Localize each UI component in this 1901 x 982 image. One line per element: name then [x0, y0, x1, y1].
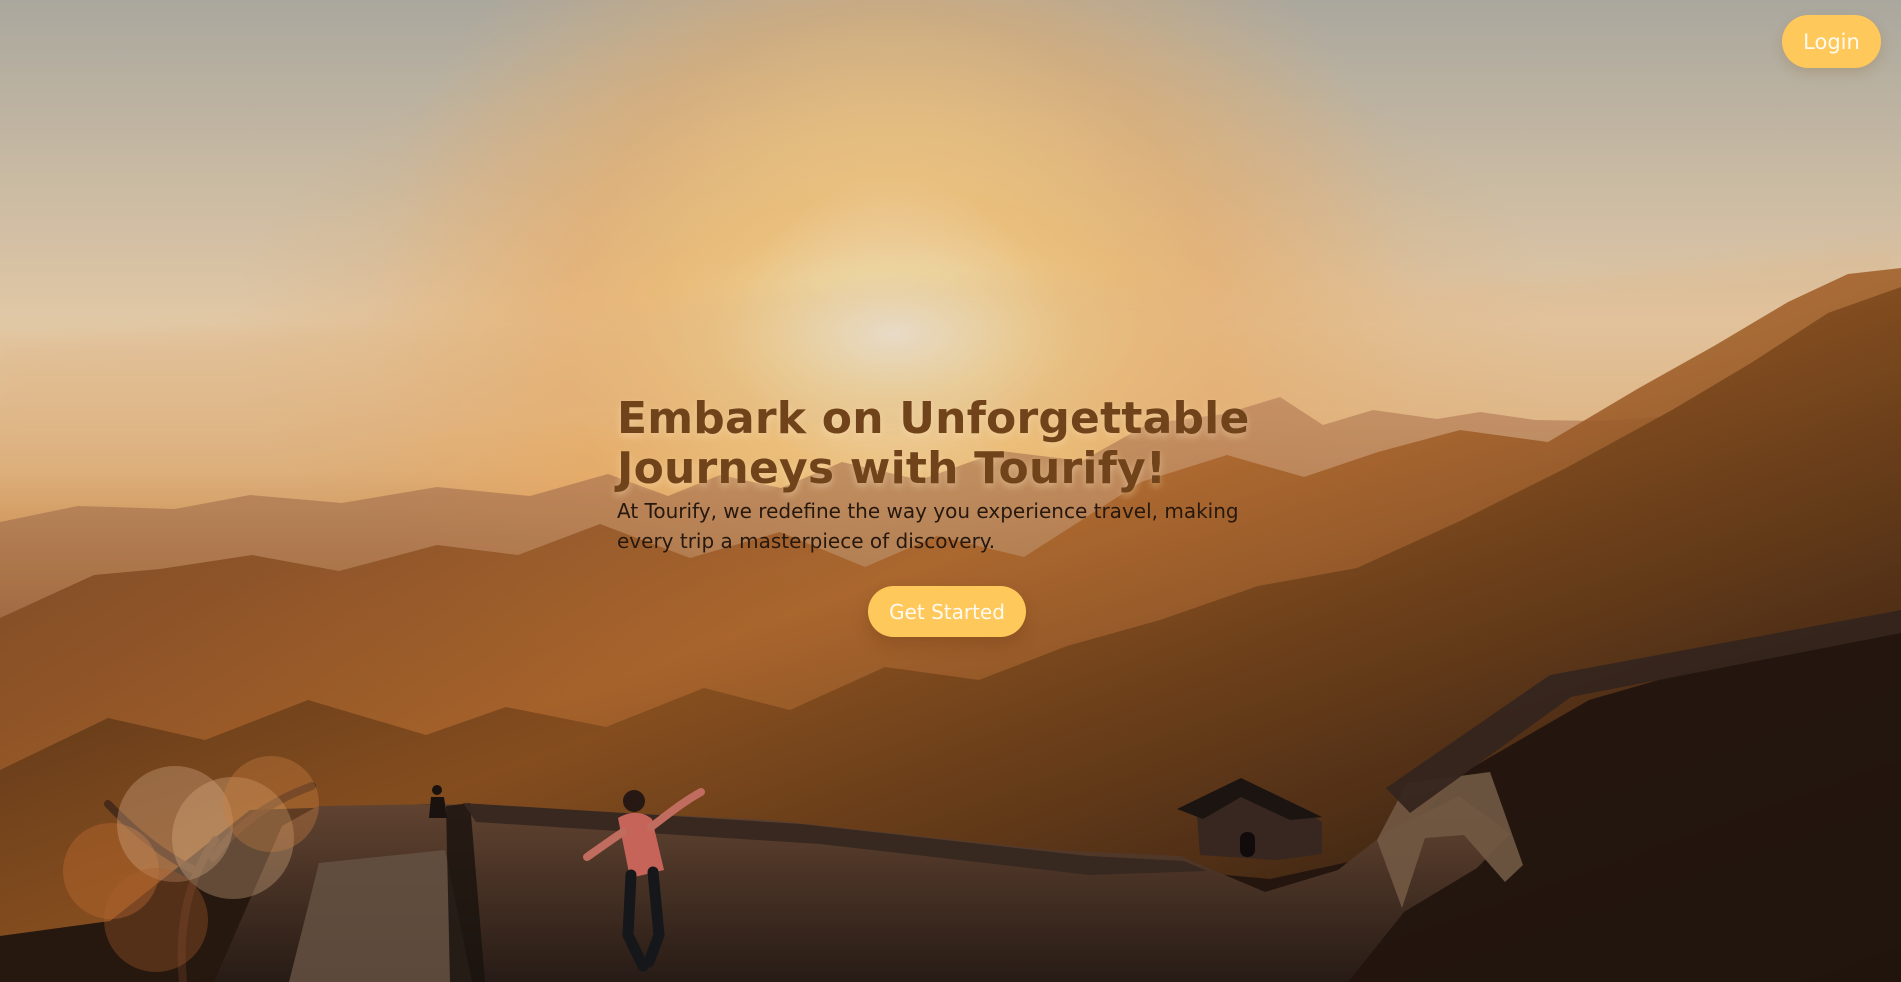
- hero-headline: Embark on Unforgettable Journeys with To…: [617, 394, 1317, 494]
- hero-description-line-2: every trip a masterpiece of discovery.: [617, 529, 996, 553]
- login-button[interactable]: Login: [1782, 15, 1881, 68]
- hero-content: Embark on Unforgettable Journeys with To…: [617, 394, 1337, 556]
- hero-description-line-1: At Tourify, we redefine the way you expe…: [617, 499, 1239, 523]
- get-started-button[interactable]: Get Started: [868, 586, 1026, 637]
- hero-section: Login Embark on Unforgettable Journeys w…: [0, 0, 1901, 982]
- hero-headline-line-1: Embark on Unforgettable: [617, 393, 1250, 444]
- hero-description: At Tourify, we redefine the way you expe…: [617, 496, 1257, 556]
- hero-headline-line-2: Journeys with Tourify!: [617, 443, 1167, 494]
